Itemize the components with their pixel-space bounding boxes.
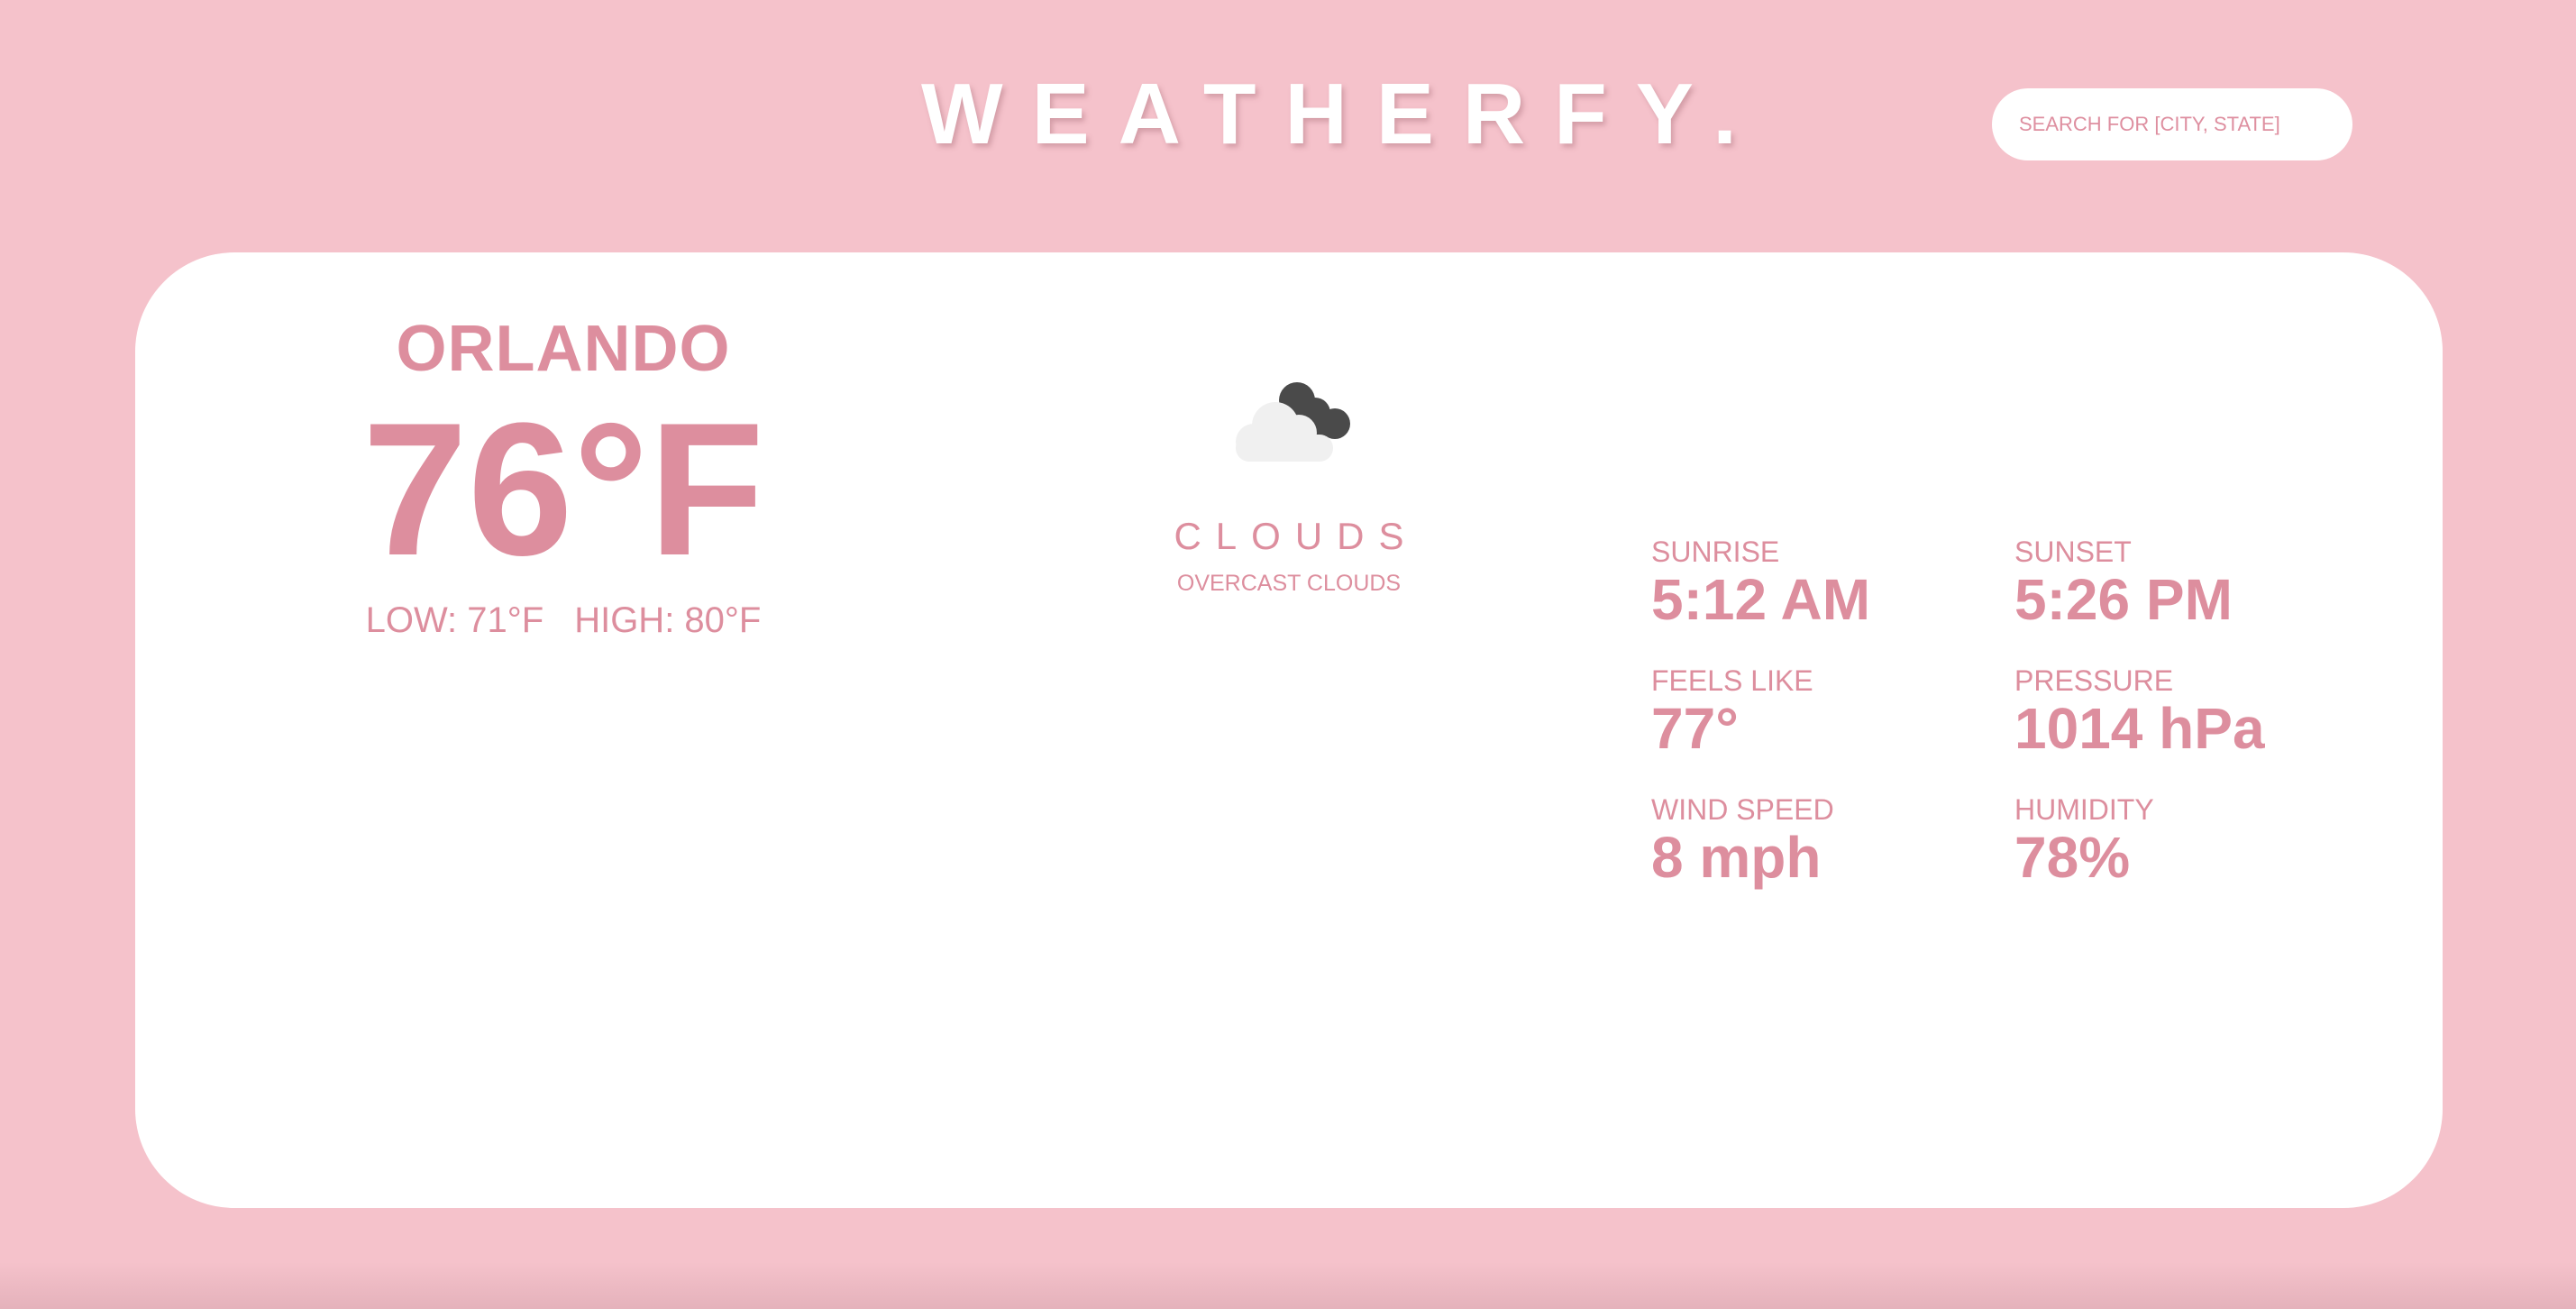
stat-humidity: HUMIDITY 78% <box>2014 793 2357 889</box>
stat-value: 5:26 PM <box>2014 567 2233 632</box>
condition-description: OVERCAST CLOUDS <box>1176 571 1402 596</box>
stat-sunrise: SUNRISE 5:12 AM <box>1651 536 1994 631</box>
stat-wind-speed: WIND SPEED 8 mph <box>1651 793 1994 889</box>
city-name: ORLANDO <box>396 313 731 385</box>
app-page: WEATHERFY. ORLANDO 76°F LOW: 71°F HIGH: 8… <box>0 0 2576 1309</box>
stat-feels-like: FEELS LIKE 77° <box>1651 664 1994 760</box>
stat-label: WIND SPEED <box>1651 793 1834 826</box>
stat-label: HUMIDITY <box>2014 793 2154 826</box>
stat-value: 77° <box>1651 696 1739 761</box>
condition-panel: CLOUDS OVERCAST CLOUDS <box>1019 379 1559 597</box>
stat-label: PRESSURE <box>2014 664 2174 697</box>
stat-value: 78% <box>2014 825 2131 890</box>
stat-label: FEELS LIKE <box>1651 664 1813 697</box>
stat-value: 5:12 AM <box>1651 567 1871 632</box>
app-logo: WEATHERFY. <box>921 66 1766 162</box>
low-temperature: LOW: 71°F <box>365 600 544 640</box>
footer-shadow <box>0 1262 2576 1309</box>
stat-label: SUNRISE <box>1651 536 1780 568</box>
high-temperature: HIGH: 80°F <box>574 600 762 640</box>
current-weather-panel: ORLANDO 76°F LOW: 71°F HIGH: 80°F <box>225 311 901 641</box>
stat-value: 8 mph <box>1651 825 1822 890</box>
stat-label: SUNSET <box>2014 536 2132 568</box>
condition-main: CLOUDS <box>1174 515 1419 557</box>
temperature-range: LOW: 71°F HIGH: 80°F <box>225 600 901 641</box>
stat-value: 1014 hPa <box>2014 696 2265 761</box>
stat-sunset: SUNSET 5:26 PM <box>2014 536 2357 631</box>
search-input[interactable] <box>1992 88 2352 160</box>
current-temperature: 76°F <box>362 383 764 595</box>
stat-pressure: PRESSURE 1014 hPa <box>2014 664 2357 760</box>
clouds-icon <box>1236 382 1350 462</box>
